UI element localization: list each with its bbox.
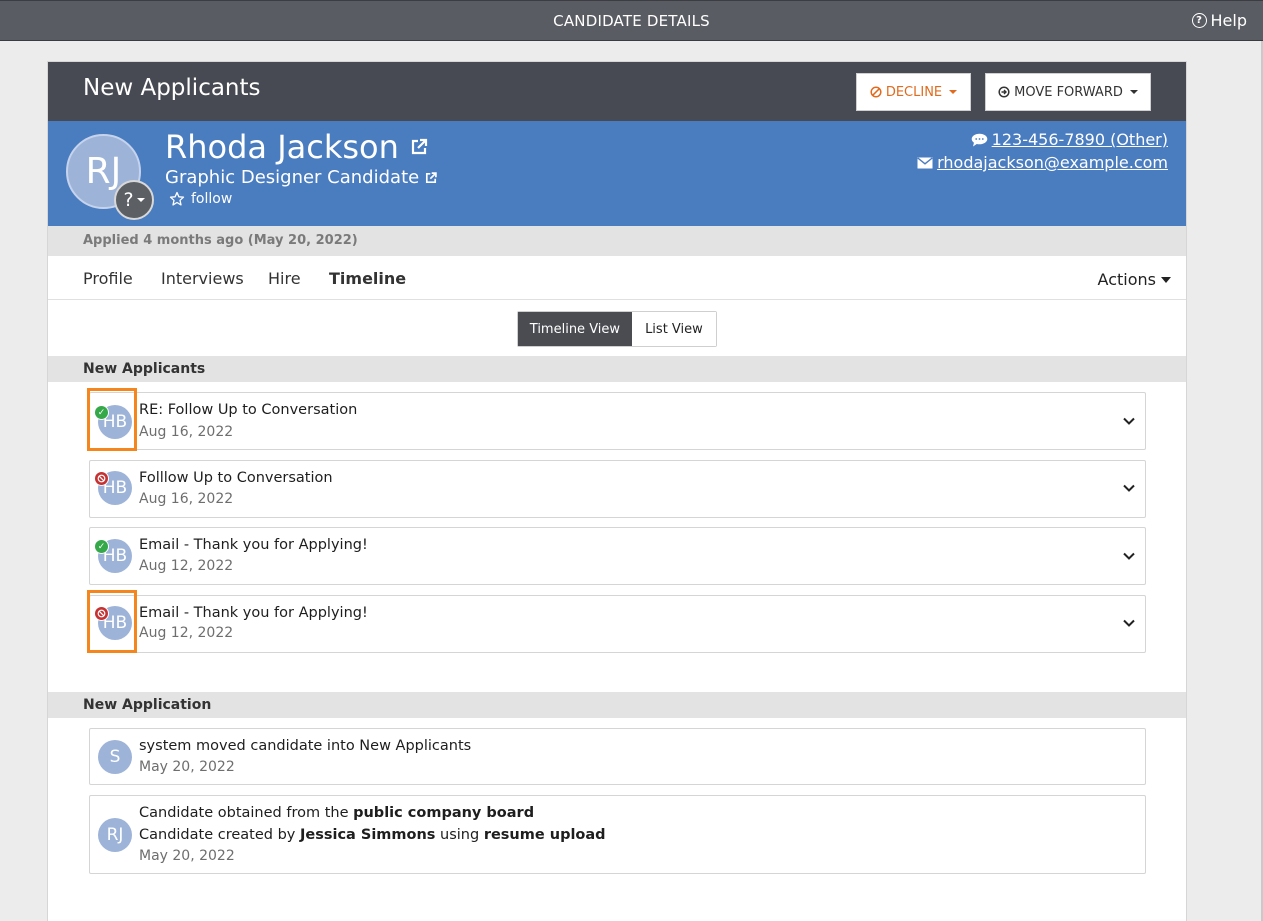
timeline-item[interactable]: HB ✓ Email - Thank you for Applying! Aug… [89,527,1146,585]
source-name: public company board [353,805,535,821]
check-circle-icon: ✓ [94,539,109,554]
item-date: Aug 16, 2022 [139,424,234,440]
caret-down-icon [1129,90,1138,94]
move-forward-label: MOVE FORWARD [1014,84,1123,100]
star-outline-icon [169,191,185,206]
follow-button[interactable]: follow [169,191,232,207]
actions-dropdown[interactable]: Actions [1098,270,1171,289]
candidate-panel: New Applicants DECLINE MOVE FORWARD RJ ?… [47,61,1187,921]
help-link[interactable]: ? Help [1191,11,1247,30]
item-text: Candidate obtained from the [139,805,354,821]
decline-button[interactable]: DECLINE [856,73,971,111]
item-date: Aug 12, 2022 [139,558,234,574]
candidate-status-dropdown[interactable]: ? [114,180,154,220]
item-date: Aug 16, 2022 [139,491,234,507]
job-title: Graphic Designer Candidate [165,167,420,188]
timeline-item: S system moved candidate into New Applic… [89,728,1146,785]
decline-label: DECLINE [885,84,943,100]
tab-profile[interactable]: Profile [83,269,133,288]
tab-interviews[interactable]: Interviews [161,269,244,288]
caret-down-icon [949,90,958,94]
caret-down-icon [136,198,145,202]
avatar: S [98,740,132,774]
section-header: New Application [48,692,1186,718]
item-date: May 20, 2022 [139,848,235,864]
ban-icon [94,471,109,486]
stage-header: New Applicants DECLINE MOVE FORWARD [48,62,1186,121]
phone-link[interactable]: 123-456-7890 (Other) [971,130,1168,149]
item-source-line: Candidate obtained from the public compa… [139,805,534,821]
timeline-item[interactable]: HB Email - Thank you for Applying! Aug 1… [87,590,1146,653]
chevron-down-icon[interactable] [1121,480,1137,496]
envelope-icon [917,156,933,168]
tab-hire[interactable]: Hire [268,269,301,288]
list-view-button[interactable]: List View [631,312,716,346]
page-heading: CANDIDATE DETAILS [553,12,710,30]
tab-timeline[interactable]: Timeline [329,269,406,288]
chevron-down-icon[interactable] [1121,413,1137,429]
section-header: New Applicants [48,356,1186,382]
top-bar: CANDIDATE DETAILS ? Help [0,0,1263,41]
applied-date: Applied 4 months ago (May 20, 2022) [48,226,1186,256]
chevron-down-icon[interactable] [1121,615,1137,631]
item-title: RE: Follow Up to Conversation [139,402,358,418]
item-title: Folllow Up to Conversation [139,470,333,486]
item-text: Candidate created by [139,827,300,843]
timeline-item[interactable]: HB ✓ RE: Follow Up to Conversation Aug 1… [87,388,1146,451]
candidate-name-link[interactable]: Rhoda Jackson [165,128,429,166]
item-title: Email - Thank you for Applying! [139,537,368,553]
arrow-circle-right-icon [998,86,1010,98]
timeline-item[interactable]: HB Folllow Up to Conversation Aug 16, 20… [89,460,1146,518]
timeline-item: RJ Candidate obtained from the public co… [89,795,1146,874]
avatar: RJ [98,818,132,852]
follow-label: follow [191,191,233,207]
phone-number: 123-456-7890 (Other) [991,130,1168,149]
email-link[interactable]: rhodajackson@example.com [917,153,1168,172]
item-title: Email - Thank you for Applying! [139,605,368,621]
comment-icon [971,133,987,146]
caret-down-icon [1161,276,1171,283]
question-circle-icon: ? [1191,13,1207,28]
item-text: using [435,827,484,843]
job-title-link[interactable]: Graphic Designer Candidate [165,167,438,188]
email-address: rhodajackson@example.com [937,153,1168,172]
view-toggle: Timeline View List View [517,311,717,347]
external-link-icon [426,171,437,183]
creation-method: resume upload [483,827,606,843]
creator-name: Jessica Simmons [299,827,436,843]
stage-title: New Applicants [83,75,261,101]
candidate-hero: RJ ? Rhoda Jackson Graphic Designer Cand… [48,121,1186,226]
item-created-line: Candidate created by Jessica Simmons usi… [139,827,606,843]
candidate-tabs: Profile Interviews Hire Timeline Actions [48,256,1186,300]
item-title: system moved candidate into New Applican… [139,738,472,754]
chevron-down-icon[interactable] [1121,548,1137,564]
item-date: Aug 12, 2022 [139,625,234,641]
actions-label: Actions [1097,270,1156,289]
status-placeholder: ? [123,189,134,211]
timeline-view-button[interactable]: Timeline View [518,312,632,346]
ban-icon [870,86,882,98]
help-label: Help [1210,11,1247,30]
highlight-box [87,388,137,451]
highlight-box [87,590,137,653]
candidate-name: Rhoda Jackson [165,128,399,166]
item-date: May 20, 2022 [139,759,235,775]
move-forward-button[interactable]: MOVE FORWARD [985,73,1151,111]
external-link-icon [411,138,427,155]
